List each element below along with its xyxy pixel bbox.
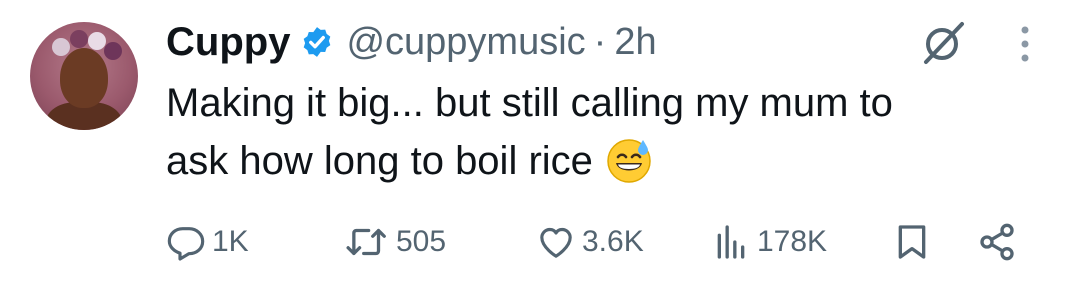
avatar-flower xyxy=(52,38,70,56)
bookmark-icon xyxy=(898,225,926,259)
view-count: 178K xyxy=(757,225,828,258)
views-button[interactable]: 178K xyxy=(711,212,827,272)
views-icon xyxy=(717,225,745,259)
verified-badge-icon xyxy=(304,27,331,57)
repost-button[interactable]: 505 xyxy=(344,212,446,272)
reply-count: 1K xyxy=(212,225,249,258)
tweet-card[interactable]: Cuppy @cuppymusic · 2h Making it big... … xyxy=(0,0,1080,283)
more-vertical-icon[interactable] xyxy=(1010,22,1040,66)
reply-icon xyxy=(167,227,205,261)
tweet-text-line: ask how long to boil rice xyxy=(166,132,1066,190)
action-bar: 1K 505 3.6K 178K xyxy=(166,212,1046,272)
share-icon xyxy=(980,223,1014,261)
display-name[interactable]: Cuppy xyxy=(166,20,290,65)
avatar[interactable] xyxy=(30,22,138,130)
tweet-text-line: Making it big... but still calling my mu… xyxy=(166,81,893,125)
timestamp[interactable]: 2h xyxy=(614,21,656,64)
avatar-flower xyxy=(70,30,88,48)
like-button[interactable]: 3.6K xyxy=(536,212,644,272)
avatar-face xyxy=(60,48,108,108)
avatar-flower xyxy=(88,32,106,50)
separator-dot: · xyxy=(593,20,607,63)
like-count: 3.6K xyxy=(582,225,644,258)
heart-icon xyxy=(540,227,572,258)
grinning-face-with-sweat-icon xyxy=(607,139,651,184)
tweet-header: Cuppy @cuppymusic · 2h xyxy=(166,16,657,68)
grok-icon[interactable] xyxy=(918,18,968,68)
tweet-text-line-content: ask how long to boil rice xyxy=(166,139,593,183)
bookmark-button[interactable] xyxy=(892,212,932,272)
repost-count: 505 xyxy=(396,225,447,258)
repost-icon xyxy=(346,228,386,256)
tweet-text: Making it big... but still calling my mu… xyxy=(166,74,1066,190)
user-handle[interactable]: @cuppymusic xyxy=(346,21,585,64)
reply-button[interactable]: 1K xyxy=(166,212,249,272)
avatar-flower xyxy=(104,42,122,60)
share-button[interactable] xyxy=(976,212,1018,272)
